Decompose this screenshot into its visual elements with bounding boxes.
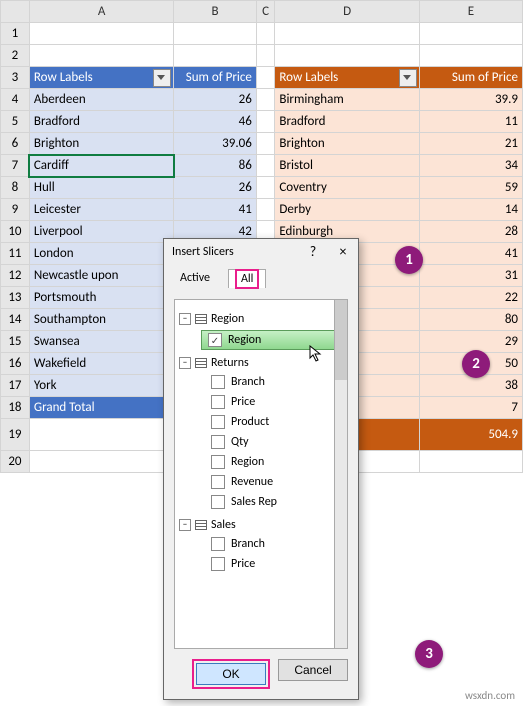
checkbox-checked-icon[interactable]: ✓ <box>208 333 222 347</box>
collapse-icon[interactable]: − <box>179 313 191 325</box>
field-item[interactable]: Qty <box>179 432 331 452</box>
table-icon <box>195 520 207 530</box>
callout-2: 2 <box>462 350 490 378</box>
vertical-scrollbar[interactable] <box>334 299 348 649</box>
checkbox-icon[interactable] <box>211 475 225 489</box>
pivot-right-sum-header[interactable]: Sum of Price <box>419 67 522 89</box>
callout-1: 1 <box>395 246 423 274</box>
col-d-header[interactable]: D <box>275 1 419 23</box>
checkbox-icon[interactable] <box>211 395 225 409</box>
dialog-titlebar[interactable]: Insert Slicers ? × <box>164 239 358 265</box>
field-item[interactable]: Product <box>179 412 331 432</box>
field-item[interactable]: Region <box>179 452 331 472</box>
table-icon <box>195 358 207 368</box>
field-item[interactable]: Branch <box>179 534 331 554</box>
active-cell[interactable]: Cardiff <box>29 155 173 177</box>
checkbox-icon[interactable] <box>211 415 225 429</box>
cancel-button[interactable]: Cancel <box>278 659 348 681</box>
col-e-header[interactable]: E <box>419 1 522 23</box>
callout-3: 3 <box>415 640 443 668</box>
grand-total-label[interactable]: Grand Total <box>29 397 173 419</box>
checkbox-icon[interactable] <box>211 455 225 469</box>
watermark: wsxdn.com <box>465 689 515 702</box>
checkbox-icon[interactable] <box>211 435 225 449</box>
tab-all[interactable]: All <box>228 269 266 288</box>
checkbox-icon[interactable] <box>211 375 225 389</box>
field-item[interactable]: Revenue <box>179 472 331 492</box>
field-item[interactable]: Sales Rep <box>179 492 331 512</box>
grand-total-value[interactable]: 504.9 <box>419 419 522 451</box>
filter-dropdown-icon[interactable] <box>399 69 417 87</box>
checkbox-icon[interactable] <box>211 495 225 509</box>
field-item[interactable]: Branch <box>179 372 331 392</box>
pivot-cell[interactable]: 26 <box>174 89 257 111</box>
col-b-header[interactable]: B <box>174 1 257 23</box>
field-item[interactable]: Price <box>179 554 331 574</box>
pivot-cell[interactable]: 39.9 <box>419 89 522 111</box>
checkbox-icon[interactable] <box>211 537 225 551</box>
checkbox-icon[interactable] <box>211 557 225 571</box>
insert-slicers-dialog: Insert Slicers ? × Active All − Region ✓ R… <box>163 238 359 700</box>
filter-dropdown-icon[interactable] <box>153 69 171 87</box>
table-icon <box>195 314 207 324</box>
pivot-right-rowlabels-header[interactable]: Row Labels <box>275 67 419 89</box>
row-3-header[interactable]: 3 <box>1 67 30 89</box>
dialog-title: Insert Slicers <box>172 245 234 259</box>
col-c-header[interactable]: C <box>256 1 275 23</box>
collapse-icon[interactable]: − <box>179 357 191 369</box>
ok-highlight: OK <box>192 659 270 689</box>
pivot-left-rowlabels-header[interactable]: Row Labels <box>29 67 173 89</box>
collapse-icon[interactable]: − <box>179 519 191 531</box>
pivot-cell[interactable]: Aberdeen <box>29 89 173 111</box>
col-a-header[interactable]: A <box>29 1 173 23</box>
pivot-cell[interactable]: Birmingham <box>275 89 419 111</box>
tab-active[interactable]: Active <box>174 269 216 288</box>
field-item[interactable]: Price <box>179 392 331 412</box>
scroll-thumb[interactable] <box>335 300 347 380</box>
help-icon[interactable]: ? <box>298 239 328 265</box>
close-icon[interactable]: × <box>328 239 358 265</box>
ok-button[interactable]: OK <box>196 663 266 685</box>
select-all-corner[interactable] <box>1 1 30 23</box>
mouse-cursor-icon <box>309 345 323 363</box>
row-2-header[interactable]: 2 <box>1 45 30 67</box>
row-1-header[interactable]: 1 <box>1 23 30 45</box>
pivot-left-sum-header[interactable]: Sum of Price <box>174 67 257 89</box>
